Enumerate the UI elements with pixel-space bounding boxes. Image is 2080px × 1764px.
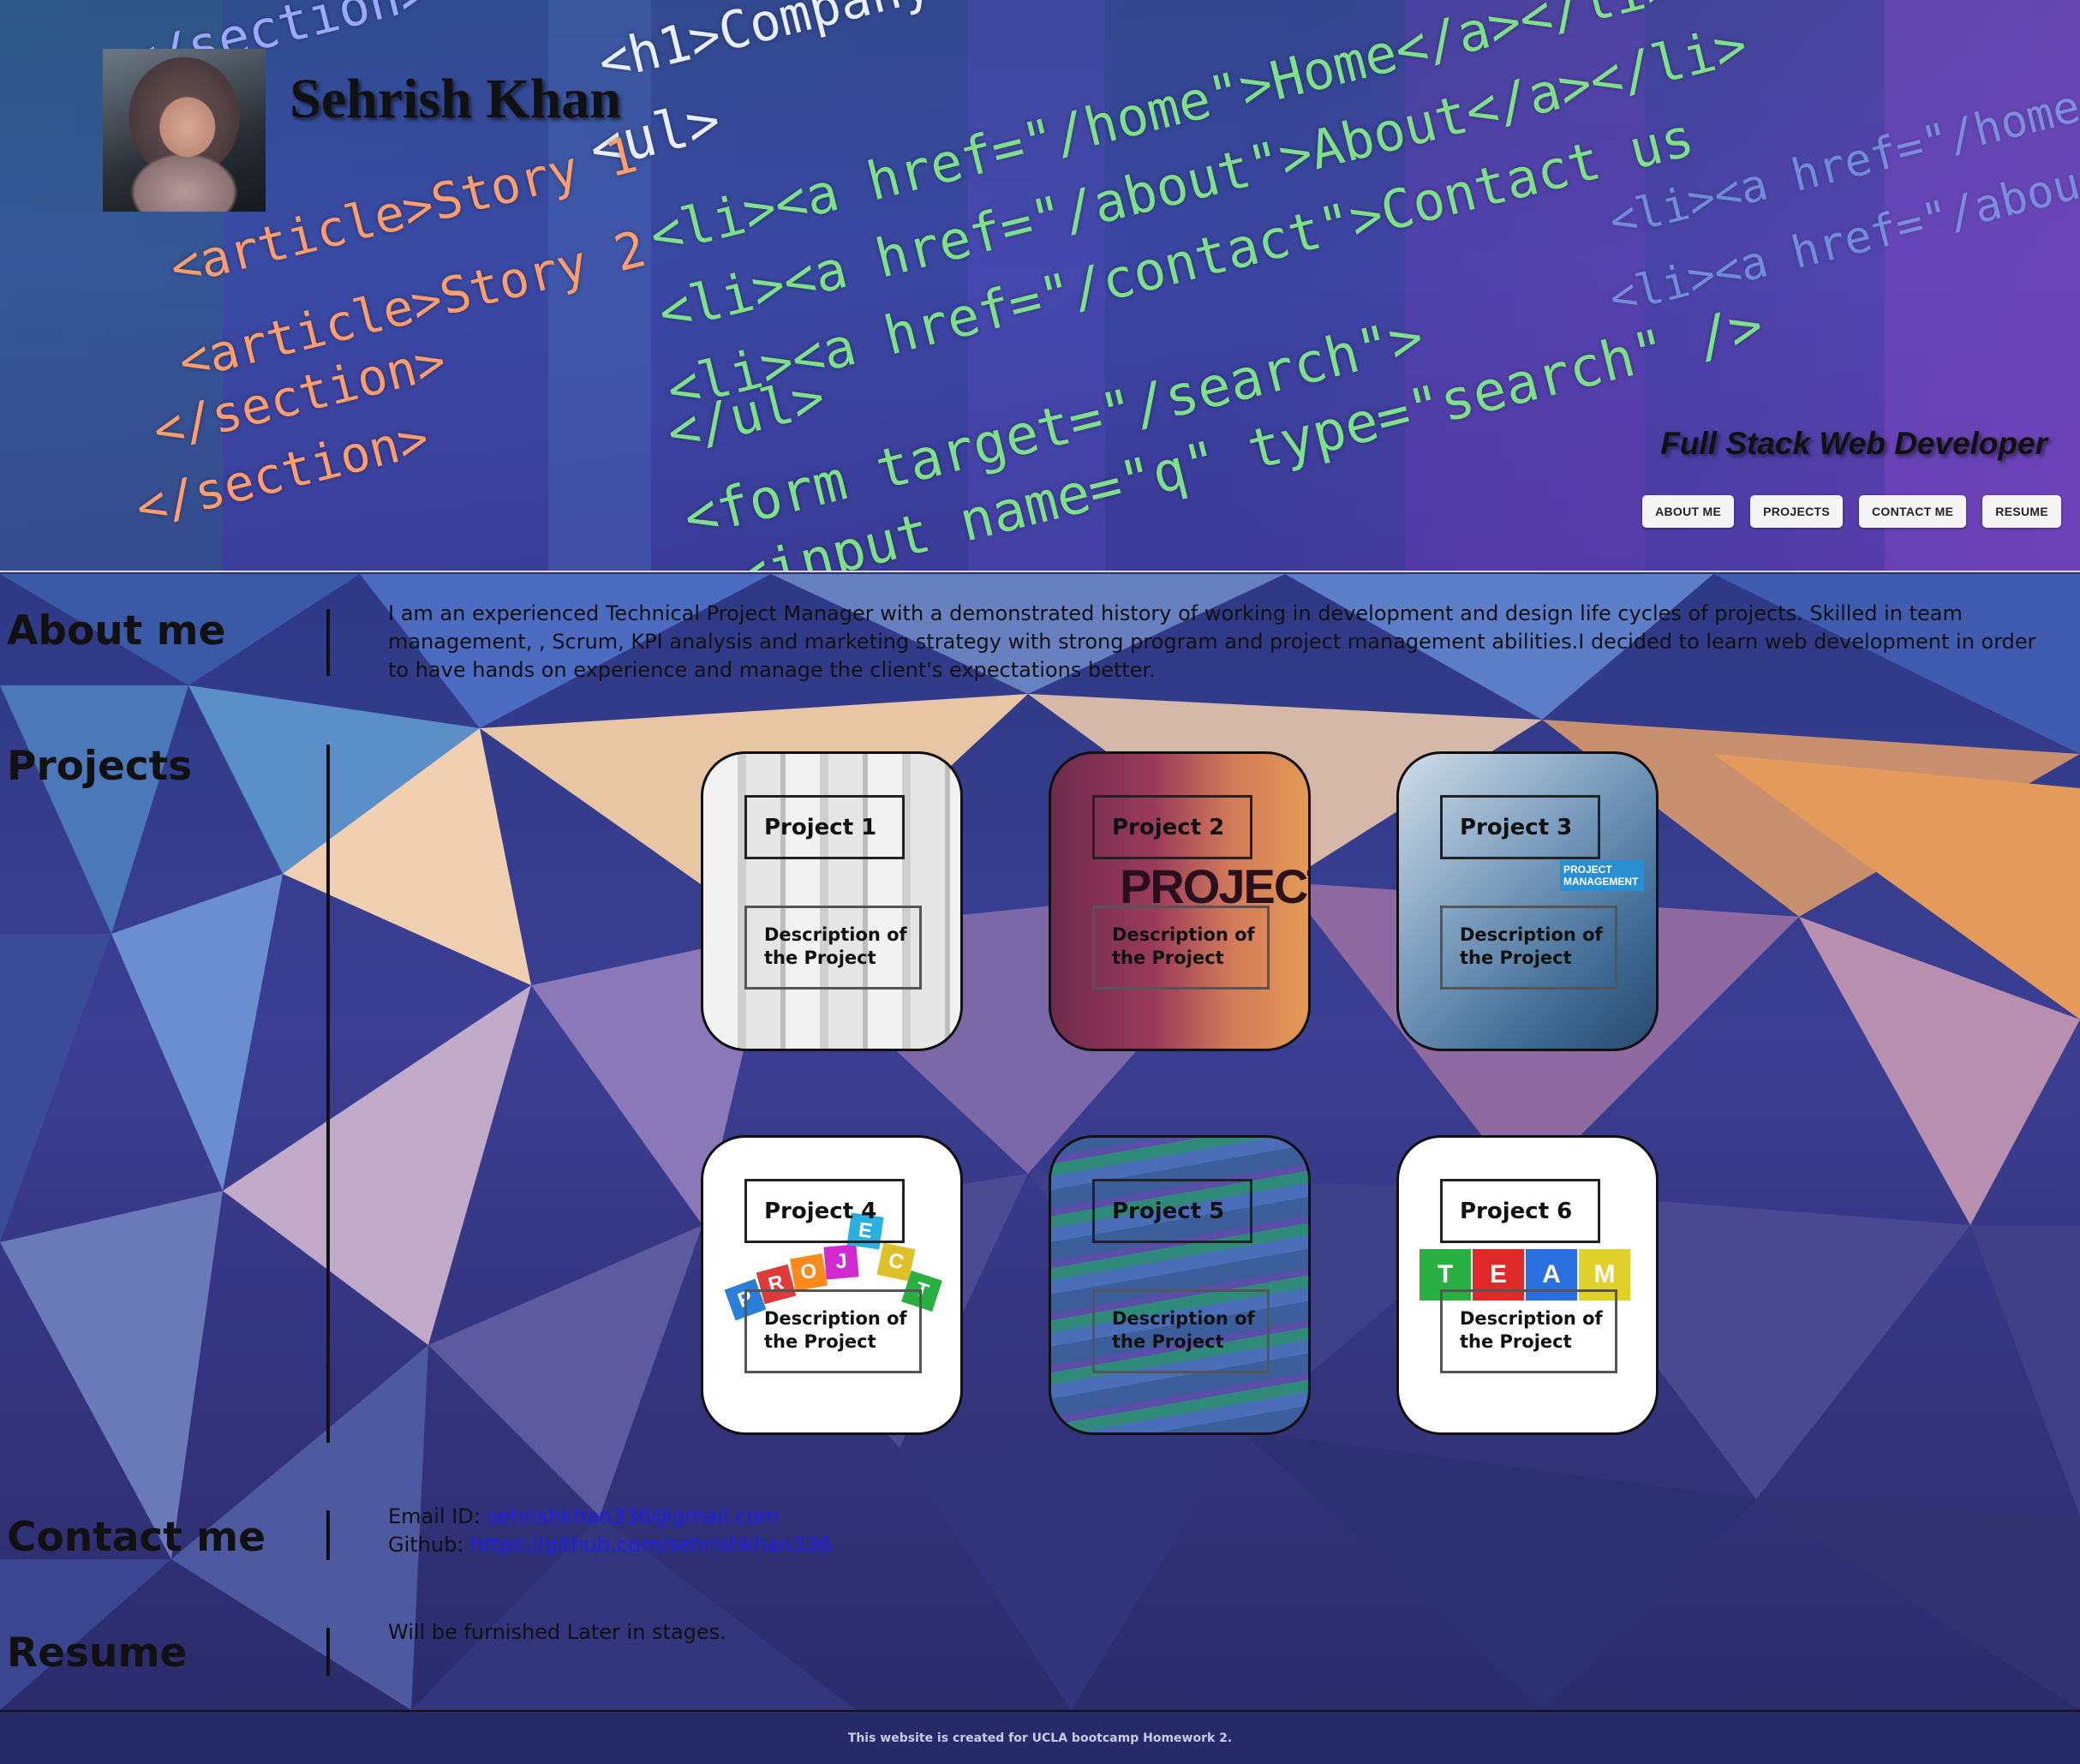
- project-title: Project 5: [1092, 1179, 1252, 1243]
- nav-about-me-button[interactable]: ABOUT ME: [1642, 495, 1735, 528]
- footer: This website is created for UCLA bootcam…: [0, 1710, 2080, 1764]
- contact-divider: [326, 1510, 330, 1560]
- nav-resume-button[interactable]: RESUME: [1982, 495, 2061, 528]
- project-card-6[interactable]: T E A M Project 6 Description of the Pro…: [1396, 1135, 1659, 1435]
- email-link[interactable]: sehrishkhan336@gmail.com: [487, 1504, 780, 1528]
- project-title: Project 1: [744, 795, 905, 859]
- project-title: Project 2: [1092, 795, 1252, 859]
- tagline: Full Stack Web Developer: [1660, 426, 2047, 461]
- footer-text: This website is created for UCLA bootcam…: [847, 1731, 1233, 1745]
- project-title: Project 3: [1440, 795, 1600, 859]
- nav-projects-button[interactable]: PROJECTS: [1750, 495, 1843, 528]
- project-description: Description of the Project: [744, 1289, 922, 1373]
- nav-contact-me-button[interactable]: CONTACT ME: [1859, 495, 1967, 528]
- header-banner: </section> <h1>Company Name <ul> <li><a …: [0, 0, 2080, 572]
- nav-bar: ABOUT ME PROJECTS CONTACT ME RESUME: [1642, 495, 2061, 528]
- project-card-3[interactable]: PROJECT MANAGEMENT Project 3 Description…: [1396, 751, 1659, 1051]
- about-divider: [326, 609, 330, 676]
- projects-heading: Projects: [7, 743, 193, 790]
- contact-me-heading: Contact me: [7, 1514, 266, 1561]
- resume-text: Will be furnished Later in stages.: [388, 1620, 726, 1644]
- project-description: Description of the Project: [1092, 1289, 1270, 1373]
- github-link[interactable]: https://github.com/sehrishkhan336: [470, 1533, 832, 1557]
- project-card-4[interactable]: P R O J E C T Project 4 Description of t…: [701, 1135, 963, 1435]
- main-content: About me I am an experienced Technical P…: [0, 574, 2080, 1710]
- project-description: Description of the Project: [1092, 906, 1270, 990]
- projects-divider: [326, 744, 330, 1443]
- polygon-background: [0, 574, 2080, 1710]
- contact-details: Email ID: sehrishkhan336@gmail.com Githu…: [388, 1503, 832, 1559]
- github-label: Github:: [388, 1533, 464, 1557]
- project-card-5[interactable]: Project 5 Description of the Project: [1049, 1135, 1311, 1435]
- project-card-2[interactable]: PROJECTS Project 2 Description of the Pr…: [1049, 751, 1311, 1051]
- github-row: Github: https://github.com/sehrishkhan33…: [388, 1531, 832, 1559]
- resume-heading: Resume: [7, 1629, 188, 1677]
- project-image-text: PROJECT MANAGEMENT: [1560, 860, 1644, 891]
- email-row: Email ID: sehrishkhan336@gmail.com: [388, 1503, 832, 1531]
- resume-divider: [326, 1628, 330, 1676]
- project-card-1[interactable]: Project 1 Description of the Project: [701, 751, 963, 1051]
- project-title: Project 4: [744, 1179, 905, 1243]
- email-label: Email ID:: [388, 1504, 481, 1528]
- project-description: Description of the Project: [1440, 906, 1617, 990]
- project-description: Description of the Project: [1440, 1289, 1617, 1373]
- project-description: Description of the Project: [744, 906, 922, 990]
- about-me-heading: About me: [7, 607, 226, 655]
- site-name: Sehrish Khan: [290, 68, 621, 130]
- about-me-text: I am an experienced Technical Project Ma…: [388, 601, 2036, 682]
- project-title: Project 6: [1440, 1179, 1600, 1243]
- profile-avatar: [103, 49, 266, 212]
